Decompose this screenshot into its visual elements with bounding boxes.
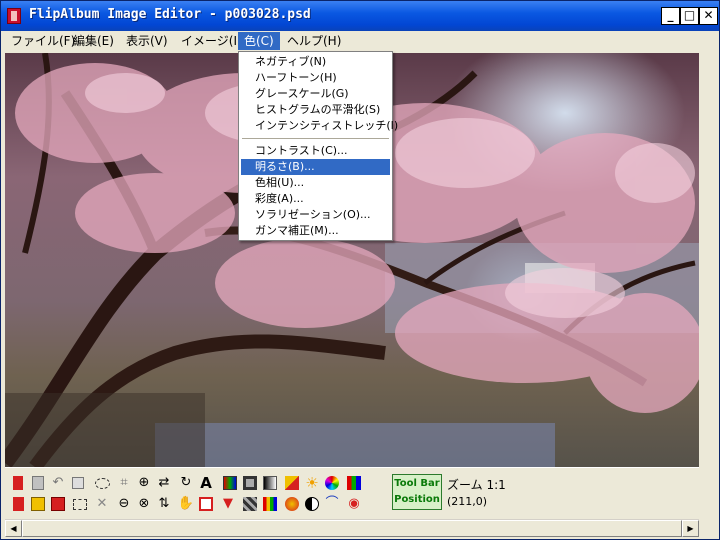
undo-icon[interactable]: ↶	[49, 474, 67, 492]
scroll-left-button[interactable]: ◀	[5, 520, 22, 537]
border-icon[interactable]	[197, 495, 215, 513]
menu-item-histogram-equalize[interactable]: ヒストグラムの平滑化(S)	[241, 102, 390, 118]
grayscale-icon[interactable]	[261, 474, 279, 492]
gradient-icon[interactable]	[221, 474, 239, 492]
zoom-level: ズーム 1:1	[447, 478, 506, 492]
color-menu-dropdown: ネガティブ(N) ハーフトーン(H) グレースケール(G) ヒストグラムの平滑化…	[238, 51, 398, 241]
menu-item-contrast[interactable]: コントラスト(C)...	[241, 143, 390, 159]
rect-select-icon[interactable]	[71, 495, 89, 513]
toolbar-position-button[interactable]: Tool Bar Position	[392, 474, 442, 510]
burst-icon[interactable]	[283, 495, 301, 513]
menu-image[interactable]: イメージ(I)	[175, 32, 248, 50]
tool-bar: ↶ ⌗ ⊕ ⇄ ↻ A ☀ ✕ ⊖ ⊗ ⇅ ✋ ▼ ⌒ ◉ Tool Bar P…	[5, 467, 699, 517]
paste-icon[interactable]	[49, 495, 67, 513]
resize-grip[interactable]	[701, 519, 717, 536]
scroll-thumb[interactable]	[22, 520, 682, 537]
zoom-fit-icon[interactable]: ⊗	[135, 495, 153, 513]
color-wheel-icon[interactable]	[323, 474, 341, 492]
menu-item-intensity-stretch[interactable]: インテンシティストレッチ(I)	[241, 118, 398, 134]
sun-icon[interactable]: ☀	[303, 474, 321, 492]
minimize-button[interactable]: _	[661, 7, 680, 25]
menu-item-brightness[interactable]: 明るさ(B)...	[241, 159, 390, 175]
crop-icon[interactable]: ⌗	[115, 474, 133, 492]
menu-separator	[242, 138, 389, 139]
menu-edit[interactable]: 編集(E)	[67, 32, 120, 50]
ellipse-select-icon[interactable]	[93, 474, 111, 492]
funnel-icon[interactable]: ▼	[219, 495, 237, 513]
scroll-right-button[interactable]: ▶	[682, 520, 699, 537]
menu-item-saturation[interactable]: 彩度(A)...	[241, 191, 390, 207]
close-button[interactable]: ✕	[699, 7, 718, 25]
arrow-star-icon[interactable]	[283, 474, 301, 492]
cursor-coordinates: (211,0)	[447, 495, 488, 508]
toolbar-position-line1: Tool Bar	[394, 478, 440, 489]
menu-item-solarization[interactable]: ソラリゼーション(O)...	[241, 207, 390, 223]
mosaic-icon[interactable]	[241, 495, 259, 513]
curve-icon[interactable]: ⌒	[323, 495, 341, 513]
menu-view[interactable]: 表示(V)	[120, 32, 174, 50]
halfcircle-icon[interactable]	[303, 495, 321, 513]
color-bars-icon[interactable]	[345, 474, 363, 492]
open-folder-icon[interactable]	[29, 495, 47, 513]
title-bar[interactable]: FlipAlbum Image Editor - p003028.psd _ □…	[1, 1, 719, 31]
flip-icon[interactable]: ⇅	[155, 495, 173, 513]
maximize-button[interactable]: □	[680, 7, 699, 25]
menu-item-grayscale[interactable]: グレースケール(G)	[241, 86, 390, 102]
toolbar-position-line2: Position	[394, 494, 440, 505]
app-window: FlipAlbum Image Editor - p003028.psd _ □…	[0, 0, 720, 540]
bookmark-red-icon[interactable]	[9, 474, 27, 492]
frame-icon[interactable]	[241, 474, 259, 492]
copy-doc-icon[interactable]	[29, 474, 47, 492]
hand-icon[interactable]: ✋	[177, 495, 195, 513]
app-icon[interactable]	[7, 8, 21, 24]
swap-arrows-icon[interactable]: ⇄	[155, 474, 173, 492]
window-title: FlipAlbum Image Editor - p003028.psd	[29, 7, 311, 22]
horizontal-scrollbar[interactable]: ◀ ▶	[5, 519, 699, 537]
zoom-in-icon[interactable]: ⊕	[135, 474, 153, 492]
menu-help[interactable]: ヘルプ(H)	[281, 32, 347, 50]
text-icon[interactable]: A	[197, 474, 215, 492]
rotate-icon[interactable]: ↻	[177, 474, 195, 492]
new-doc-icon[interactable]	[9, 495, 27, 513]
zoom-out-icon[interactable]: ⊖	[115, 495, 133, 513]
eye-icon[interactable]: ◉	[345, 495, 363, 513]
menu-item-halftone[interactable]: ハーフトーン(H)	[241, 70, 390, 86]
menu-color[interactable]: 色(C)	[238, 32, 280, 50]
duplicate-icon[interactable]	[69, 474, 87, 492]
menu-item-gamma[interactable]: ガンマ補正(M)...	[241, 223, 390, 239]
menu-item-negative[interactable]: ネガティブ(N)	[241, 54, 390, 70]
menu-item-hue[interactable]: 色相(U)...	[241, 175, 390, 191]
menu-bar: ファイル(F) 編集(E) 表示(V) イメージ(I) 色(C) ヘルプ(H)	[1, 31, 719, 51]
buildings-icon[interactable]	[261, 495, 279, 513]
cross-select-icon[interactable]: ✕	[93, 495, 111, 513]
